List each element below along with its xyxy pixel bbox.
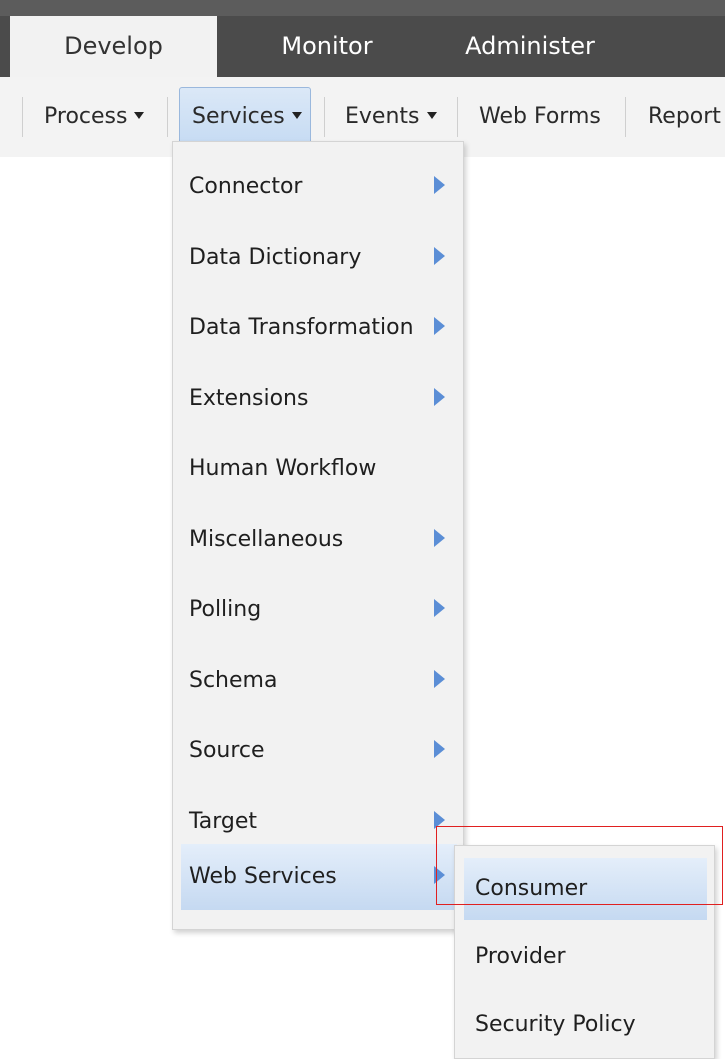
caret-down-icon	[426, 111, 437, 119]
menu-item-schema[interactable]: Schema	[181, 648, 457, 714]
caret-down-icon	[134, 111, 145, 119]
nav-divider	[22, 97, 23, 137]
nav-events-menu[interactable]: Events	[345, 87, 437, 147]
menu-item-polling[interactable]: Polling	[181, 577, 457, 643]
top-bar-stripe	[0, 0, 725, 16]
menu-item-label: Schema	[189, 668, 278, 693]
caret-down-icon	[291, 111, 302, 119]
menu-item-label: Human Workflow	[189, 456, 377, 481]
menu-item-label: Source	[189, 738, 265, 763]
nav-services-menu[interactable]: Services	[179, 87, 311, 145]
top-tab-bar: Develop Monitor Administer	[0, 0, 725, 77]
nav-events-label: Events	[345, 104, 420, 129]
tab-develop[interactable]: Develop	[10, 16, 217, 77]
menu-item-label: Data Transformation	[189, 315, 414, 340]
submenu-arrow-icon	[434, 599, 445, 617]
submenu-item-label: Consumer	[475, 876, 588, 901]
submenu-arrow-icon	[434, 176, 445, 194]
submenu-arrow-icon	[434, 529, 445, 547]
menu-item-label: Extensions	[189, 386, 309, 411]
tab-monitor[interactable]: Monitor	[232, 16, 422, 77]
submenu-item-security-policy[interactable]: Security Policy	[464, 994, 707, 1056]
menu-item-label: Miscellaneous	[189, 527, 344, 552]
submenu-arrow-icon	[434, 740, 445, 758]
nav-report-link[interactable]: Report	[648, 87, 721, 147]
menu-item-connector[interactable]: Connector	[181, 154, 457, 220]
tab-administer[interactable]: Administer	[430, 16, 630, 77]
nav-divider	[457, 97, 458, 137]
nav-services-label: Services	[192, 104, 285, 129]
web-services-submenu: Consumer Provider Security Policy	[454, 845, 715, 1059]
nav-divider	[625, 97, 626, 137]
services-dropdown-menu: Connector Data Dictionary Data Transform…	[172, 141, 464, 930]
submenu-arrow-icon	[434, 670, 445, 688]
submenu-item-label: Security Policy	[475, 1012, 636, 1037]
submenu-item-consumer[interactable]: Consumer	[464, 858, 707, 920]
menu-item-data-dictionary[interactable]: Data Dictionary	[181, 225, 457, 291]
submenu-item-label: Provider	[475, 944, 566, 969]
nav-process-label: Process	[44, 104, 128, 129]
nav-web-forms-link[interactable]: Web Forms	[479, 87, 601, 147]
menu-item-label: Polling	[189, 597, 262, 622]
menu-item-web-services[interactable]: Web Services	[181, 844, 457, 910]
nav-report-label: Report	[648, 104, 721, 129]
menu-item-label: Data Dictionary	[189, 245, 362, 270]
submenu-arrow-icon	[434, 317, 445, 335]
menu-item-extensions[interactable]: Extensions	[181, 366, 457, 432]
menu-item-miscellaneous[interactable]: Miscellaneous	[181, 507, 457, 573]
nav-web-forms-label: Web Forms	[479, 104, 601, 129]
nav-process-menu[interactable]: Process	[44, 87, 145, 147]
nav-divider	[324, 97, 325, 137]
nav-divider	[167, 97, 168, 137]
submenu-arrow-icon	[434, 866, 445, 884]
submenu-item-provider[interactable]: Provider	[464, 926, 707, 988]
menu-item-data-transformation[interactable]: Data Transformation	[181, 295, 457, 361]
submenu-arrow-icon	[434, 247, 445, 265]
menu-item-source[interactable]: Source	[181, 718, 457, 784]
menu-item-human-workflow[interactable]: Human Workflow	[181, 436, 457, 502]
menu-item-label: Web Services	[189, 864, 337, 889]
menu-item-label: Connector	[189, 174, 303, 199]
submenu-arrow-icon	[434, 811, 445, 829]
submenu-arrow-icon	[434, 388, 445, 406]
